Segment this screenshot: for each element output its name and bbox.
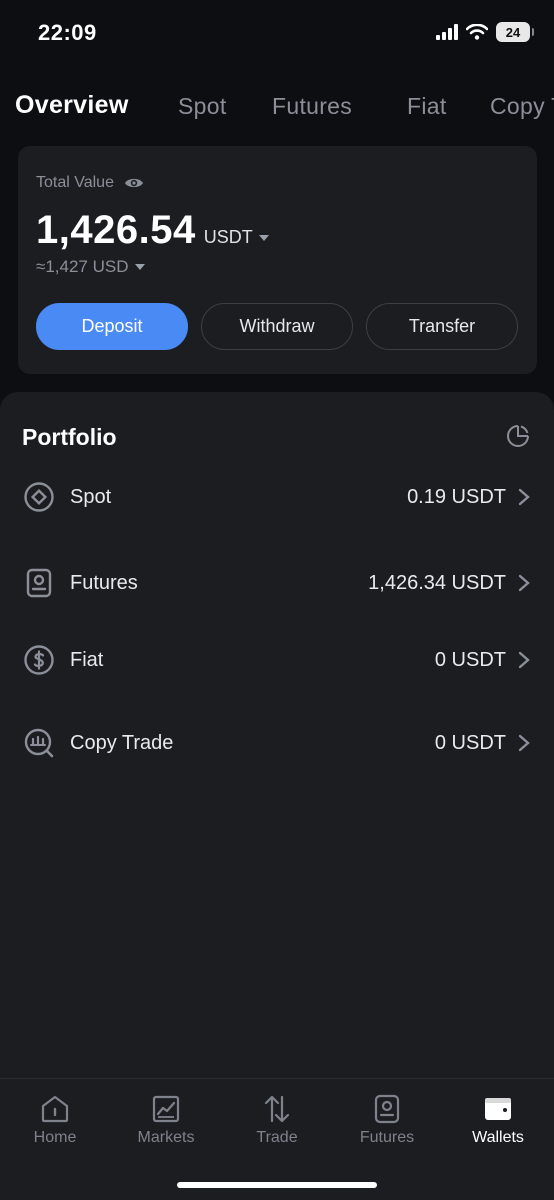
bottom-nav: Home Markets Trade Futures Wallets xyxy=(0,1078,554,1200)
portfolio-row-value: 0 USDT xyxy=(434,648,506,671)
tab-spot[interactable]: Spot xyxy=(178,93,227,120)
status-time: 22:09 xyxy=(38,20,97,45)
action-buttons: Deposit Withdraw Transfer xyxy=(36,303,518,350)
currency-selector[interactable]: USDT xyxy=(204,227,269,248)
tab-fiat[interactable]: Fiat xyxy=(407,93,447,120)
battery-indicator: 24 xyxy=(496,22,534,42)
chevron-right-icon xyxy=(518,733,532,753)
copy-trade-icon xyxy=(22,726,56,760)
withdraw-button[interactable]: Withdraw xyxy=(201,303,353,350)
portfolio-row-copy-trade[interactable]: Copy Trade 0 USDT xyxy=(22,723,532,763)
wallet-icon xyxy=(485,1098,511,1120)
caret-down-icon xyxy=(258,234,269,241)
portfolio-row-futures[interactable]: Futures 1,426.34 USDT xyxy=(22,563,532,603)
chevron-right-icon xyxy=(518,573,532,593)
chevron-right-icon xyxy=(518,650,532,670)
nav-markets[interactable]: Markets xyxy=(111,1093,221,1147)
futures-icon xyxy=(374,1094,400,1124)
tab-copy-trade[interactable]: Copy T xyxy=(490,93,554,120)
nav-label: Home xyxy=(33,1129,77,1146)
nav-futures[interactable]: Futures xyxy=(332,1093,442,1147)
approx-value-selector[interactable]: ≈1,427 USD xyxy=(36,257,145,277)
currency-unit: USDT xyxy=(203,227,253,247)
portfolio-row-fiat[interactable]: Fiat 0 USDT xyxy=(22,640,532,680)
tab-overview[interactable]: Overview xyxy=(15,91,129,120)
portfolio-panel: Portfolio Spot 0.19 USDT Futures 1,426.3… xyxy=(0,392,554,1082)
total-value-header: Total Value xyxy=(36,174,144,192)
wifi-icon xyxy=(466,24,488,40)
wallet-tabs: Overview Spot Futures Fiat Copy T xyxy=(0,86,554,126)
portfolio-row-label: Spot xyxy=(70,485,112,508)
chart-icon xyxy=(152,1095,180,1123)
total-value-card: Total Value 1,426.54 USDT ≈1,427 USD Dep… xyxy=(18,146,537,374)
deposit-button[interactable]: Deposit xyxy=(36,303,188,350)
spot-icon xyxy=(22,480,56,514)
portfolio-row-label: Futures xyxy=(70,571,138,594)
nav-label: Wallets xyxy=(472,1129,524,1146)
portfolio-row-value: 1,426.34 USDT xyxy=(368,571,506,594)
nav-home[interactable]: Home xyxy=(0,1093,110,1147)
portfolio-row-spot[interactable]: Spot 0.19 USDT xyxy=(22,477,532,517)
caret-down-icon xyxy=(134,264,145,270)
chevron-right-icon xyxy=(518,487,532,507)
status-bar: 22:09 24 xyxy=(0,0,554,70)
approx-value: ≈1,427 USD xyxy=(36,257,129,276)
home-indicator xyxy=(177,1182,377,1188)
total-value-amount: 1,426.54 xyxy=(36,208,196,252)
portfolio-row-label: Fiat xyxy=(70,648,104,671)
status-icons: 24 xyxy=(436,22,534,42)
nav-trade[interactable]: Trade xyxy=(222,1093,332,1147)
nav-label: Markets xyxy=(137,1129,195,1146)
pie-chart-icon[interactable] xyxy=(506,424,530,448)
total-value-label: Total Value xyxy=(36,174,114,191)
futures-icon xyxy=(22,566,56,600)
portfolio-row-value: 0.19 USDT xyxy=(407,485,506,508)
nav-label: Trade xyxy=(256,1129,298,1146)
signal-icon xyxy=(436,24,458,40)
trade-arrows-icon xyxy=(264,1095,290,1123)
nav-label: Futures xyxy=(359,1129,415,1146)
nav-wallets[interactable]: Wallets xyxy=(443,1093,553,1147)
dollar-icon xyxy=(22,643,56,677)
portfolio-row-value: 0 USDT xyxy=(434,731,506,754)
tab-futures[interactable]: Futures xyxy=(272,93,352,120)
eye-icon[interactable] xyxy=(124,176,144,190)
portfolio-row-label: Copy Trade xyxy=(70,731,174,754)
home-icon xyxy=(41,1095,69,1123)
portfolio-title: Portfolio xyxy=(22,424,117,450)
transfer-button[interactable]: Transfer xyxy=(366,303,518,350)
total-value-amount-row: 1,426.54 USDT xyxy=(36,208,269,253)
